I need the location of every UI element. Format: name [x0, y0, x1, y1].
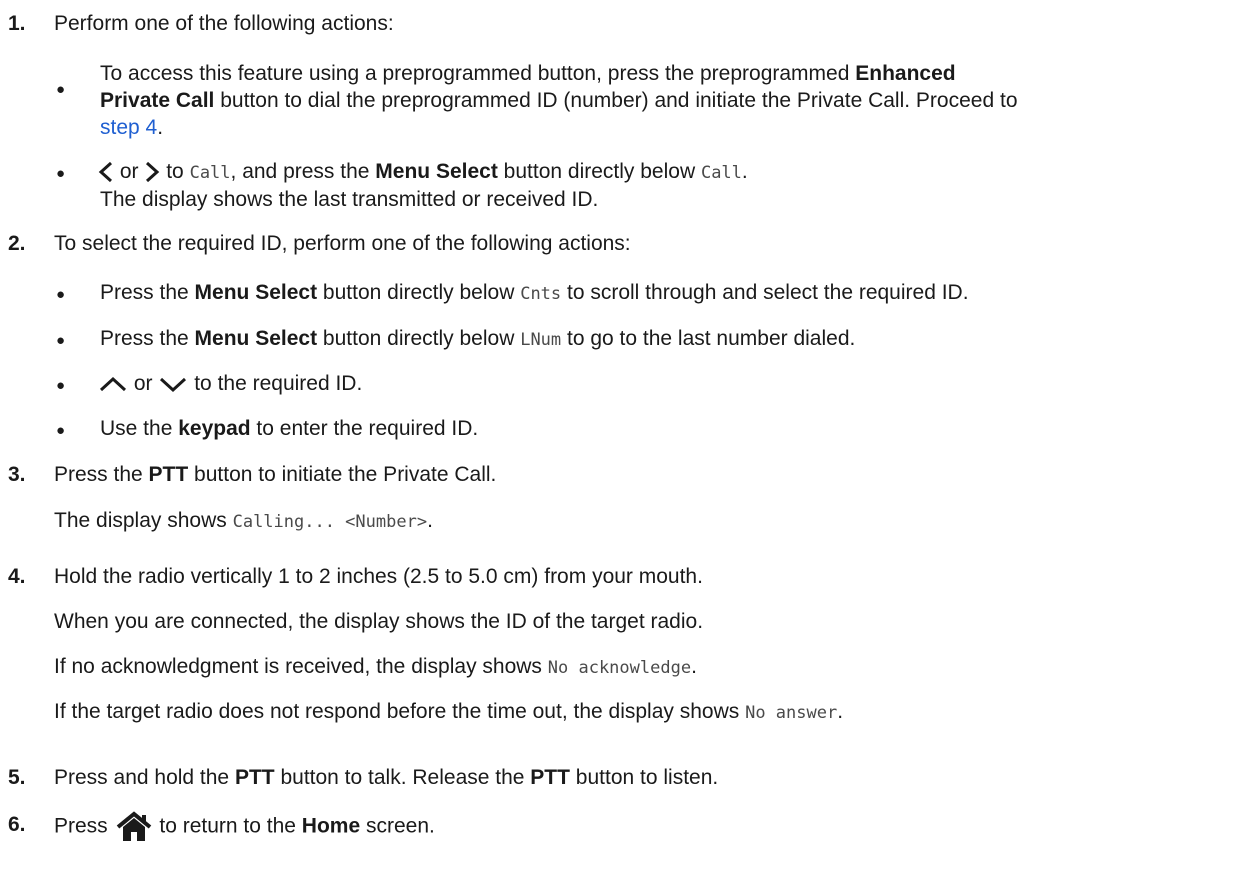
result-text: If no acknowledgment is received, the di… [54, 655, 697, 678]
step-number: 2. [8, 232, 26, 255]
step-text: Press and hold the PTT button to talk. R… [54, 766, 719, 789]
list-item: or to the required ID. [98, 370, 362, 398]
step-number: 1. [8, 12, 26, 35]
bullet-icon: ● [56, 377, 66, 394]
step-text: Press to return to the Home screen. [54, 811, 435, 843]
step-text: Hold the radio vertically 1 to 2 inches … [54, 565, 703, 588]
step-number: 4. [8, 565, 26, 588]
list-item: Press the Menu Select button directly be… [100, 327, 856, 350]
left-arrow-icon [98, 162, 113, 183]
down-arrow-icon [160, 378, 187, 393]
step-text: Perform one of the following actions: [54, 12, 394, 35]
list-item-cont: Private Call button to dial the preprogr… [100, 89, 1018, 112]
step-text: Press the PTT button to initiate the Pri… [54, 463, 497, 486]
step-number: 5. [8, 766, 26, 789]
result-text: If the target radio does not respond bef… [54, 700, 844, 723]
step-number: 3. [8, 463, 26, 486]
result-text: The display shows the last transmitted o… [100, 188, 599, 211]
list-item: Use the keypad to enter the required ID. [100, 417, 479, 440]
right-arrow-icon [146, 162, 160, 183]
bullet-icon: ● [56, 286, 66, 303]
list-item: To access this feature using a preprogra… [100, 62, 956, 85]
step-link[interactable]: step 4 [100, 116, 157, 139]
list-item: Press the Menu Select button directly be… [100, 281, 969, 304]
list-item: or to Call, and press the Menu Select bu… [98, 158, 748, 187]
step-text: To select the required ID, perform one o… [54, 232, 631, 255]
up-arrow-icon [99, 377, 127, 392]
home-icon [116, 811, 151, 841]
bullet-icon: ● [56, 422, 66, 439]
result-text: When you are connected, the display show… [54, 610, 704, 633]
step-number: 6. [8, 813, 26, 836]
result-text: The display shows Calling... <Number>. [54, 509, 433, 532]
list-item-cont: step 4. [100, 116, 164, 139]
bullet-icon: ● [56, 332, 66, 349]
bullet-icon: ● [56, 81, 66, 98]
bullet-icon: ● [56, 165, 66, 182]
